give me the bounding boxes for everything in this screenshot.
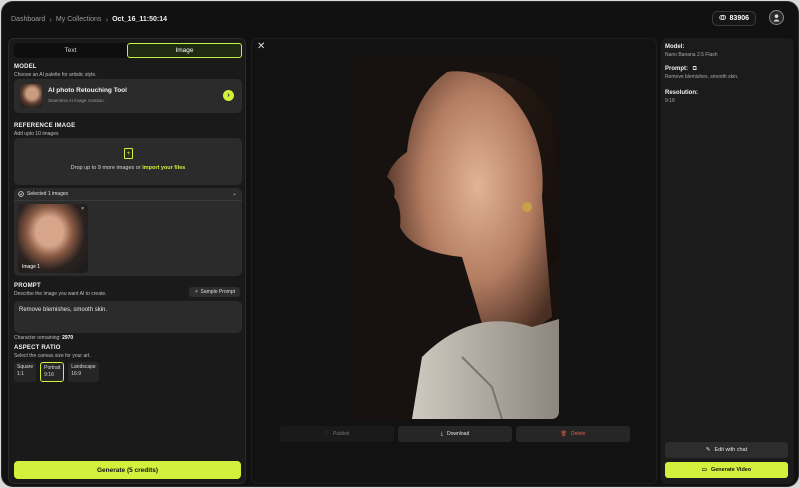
trash-icon: 🗑	[560, 431, 567, 437]
arrow-right-icon[interactable]: ›	[223, 90, 234, 101]
dropzone-hint: Drop up to 9 more images or	[70, 165, 141, 171]
tab-text[interactable]: Text	[14, 43, 127, 58]
sample-prompt-label: Sample Prompt	[200, 289, 235, 295]
aspect-option-ratio: 16:9	[71, 371, 81, 377]
resolution-value: 9:16	[665, 98, 675, 104]
sample-prompt-button[interactable]: ✧ Sample Prompt	[189, 287, 240, 297]
close-icon[interactable]: ✕	[257, 41, 265, 52]
top-bar: Dashboard › My Collections › Oct_16_11:5…	[2, 2, 798, 36]
breadcrumb-current: Oct_16_11:50:14	[112, 15, 167, 23]
divider	[14, 200, 242, 201]
prompt-value: Remove blemishes, smooth skin.	[665, 74, 739, 80]
model-heading: MODEL	[14, 64, 37, 70]
resolution-label: Resolution:	[665, 90, 698, 96]
aspect-portrait-option[interactable]: Portrait 9:16	[40, 362, 65, 382]
details-panel: Model: Nano Banana 2.5 Flash Prompt: ⧉ R…	[661, 38, 794, 484]
model-label: Model:	[665, 44, 685, 50]
aspect-option-name: Landscape	[71, 364, 96, 370]
thumbnail-label: Image 1	[22, 264, 41, 270]
mode-tabs: Text Image	[14, 43, 242, 58]
aspect-option-name: Square	[17, 364, 34, 370]
image-actions: ♡ Publish ⤓ Download 🗑 Delete	[280, 426, 630, 442]
prompt-subheading: Describe the image you want AI to create…	[14, 291, 107, 297]
selected-images-label: Selected 1 images	[27, 191, 69, 197]
user-icon	[773, 14, 780, 22]
reference-thumbnail[interactable]: × Image 1	[18, 204, 88, 273]
breadcrumb: Dashboard › My Collections › Oct_16_11:5…	[11, 15, 167, 24]
download-button[interactable]: ⤓ Download	[398, 426, 512, 442]
character-remaining-value: 2970	[62, 335, 74, 341]
tab-image[interactable]: Image	[127, 43, 242, 58]
generate-video-label: Generate Video	[710, 467, 752, 473]
breadcrumb-dashboard[interactable]: Dashboard	[11, 16, 45, 23]
chevron-right-icon: ›	[105, 14, 109, 24]
prompt-label-text: Prompt:	[665, 66, 688, 72]
edit-icon: ✎	[705, 447, 711, 453]
edit-with-chat-label: Edit with chat	[714, 447, 748, 453]
aspect-landscape-option[interactable]: Landscape 16:9	[68, 362, 99, 382]
model-thumbnail	[20, 84, 42, 108]
import-files-link[interactable]: import your files	[142, 165, 185, 171]
generated-image[interactable]	[352, 57, 559, 419]
credits-badge[interactable]: 83906	[711, 11, 756, 26]
aspect-heading: ASPECT RATIO	[14, 345, 61, 351]
aspect-option-ratio: 1:1	[17, 371, 24, 377]
prompt-input[interactable]: Remove blemishes, smooth skin.	[14, 301, 242, 333]
remove-image-icon[interactable]: ×	[81, 206, 84, 212]
delete-button[interactable]: 🗑 Delete	[516, 426, 630, 442]
prompt-label: Prompt: ⧉	[665, 66, 697, 73]
reference-heading: REFERENCE IMAGE	[14, 123, 76, 129]
sparkle-icon: ✧	[194, 289, 199, 295]
user-avatar[interactable]	[769, 10, 784, 25]
character-remaining-label: Character remaining:	[14, 335, 61, 341]
selected-images-header[interactable]: Selected 1 images	[18, 191, 68, 197]
image-dropzone[interactable]: + Drop up to 9 more images or import you…	[14, 138, 242, 185]
settings-panel: Text Image MODEL Choose an AI palette fo…	[8, 38, 246, 484]
aspect-option-name: Portrait	[44, 365, 61, 371]
app-window: Dashboard › My Collections › Oct_16_11:5…	[1, 1, 799, 487]
aspect-option-ratio: 9:16	[44, 372, 54, 378]
generate-video-button[interactable]: ▭ Generate Video	[665, 462, 788, 478]
selected-images-panel: Selected 1 images ⌄ × Image 1	[14, 188, 242, 276]
heart-icon: ♡	[324, 431, 330, 437]
download-icon: ⤓	[440, 431, 443, 437]
model-subheading: Choose an AI palette for artistic style.	[14, 72, 97, 78]
upload-file-icon: +	[124, 148, 133, 159]
model-description: Seamless AI image creation.	[48, 98, 106, 103]
breadcrumb-collections[interactable]: My Collections	[56, 16, 102, 23]
aspect-square-option[interactable]: Square 1:1	[14, 362, 37, 382]
chevron-right-icon: ›	[49, 14, 52, 24]
edit-with-chat-button[interactable]: ✎ Edit with chat	[665, 442, 788, 458]
portrait-photo	[352, 57, 559, 419]
credits-value: 83906	[729, 15, 749, 22]
publish-button[interactable]: ♡ Publish	[280, 426, 394, 442]
aspect-ratio-options: Square 1:1 Portrait 9:16 Landscape 16:9	[14, 362, 99, 382]
aspect-subheading: Select the canvas size for your art.	[14, 353, 91, 359]
download-label: Download	[446, 431, 470, 437]
reference-subheading: Add upto 10 images	[14, 131, 59, 137]
publish-label: Publish	[333, 431, 350, 437]
generate-button[interactable]: Generate (5 credits)	[14, 461, 241, 479]
model-name: AI photo Retouching Tool	[48, 87, 127, 94]
copy-icon[interactable]: ⧉	[693, 66, 697, 72]
coins-icon	[718, 14, 726, 23]
dropzone-text: Drop up to 9 more images or import your …	[14, 165, 242, 171]
chevron-down-icon[interactable]: ⌄	[232, 190, 237, 197]
preview-panel: ✕ ♡ Publish ⤓ Download 🗑 Delete	[251, 38, 657, 484]
check-circle-icon	[18, 191, 24, 197]
prompt-heading: PROMPT	[14, 283, 41, 289]
character-remaining: Character remaining: 2970	[14, 335, 73, 341]
delete-label: Delete	[570, 431, 586, 437]
video-icon: ▭	[701, 467, 707, 473]
model-value: Nano Banana 2.5 Flash	[665, 52, 718, 58]
model-selector[interactable]: AI photo Retouching Tool Seamless AI ima…	[14, 79, 242, 113]
